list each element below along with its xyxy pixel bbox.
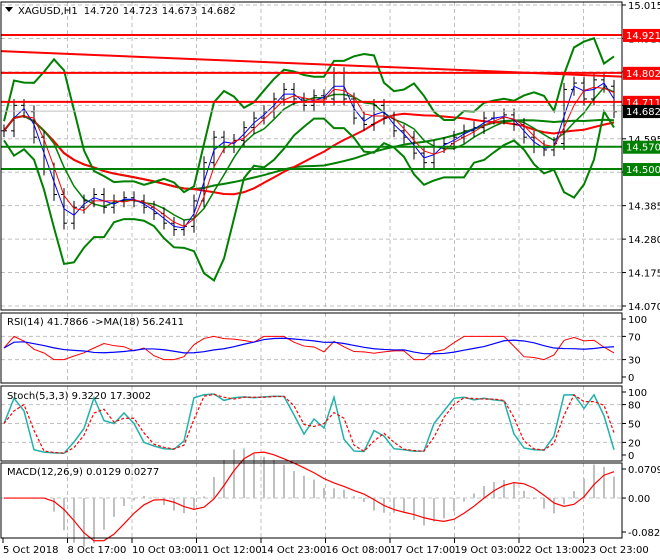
- y-tick-label: 14.175: [628, 269, 660, 280]
- chart-canvas[interactable]: 5 Oct 2018 8 Oct 17:00 10 Oct 03:00 11 Oct …: [0, 0, 660, 560]
- y-tick-label: 0: [628, 451, 634, 462]
- bollinger-middle-line: [3, 86, 615, 221]
- y-tick-label: 14.070: [628, 302, 660, 313]
- y-tick-label: 0.0709: [628, 465, 660, 476]
- y-tick-label: 50: [628, 420, 641, 431]
- y-tick-label: 100: [628, 388, 647, 399]
- level-price-label: 14.500: [626, 165, 660, 176]
- level-price-label: 14.802: [626, 69, 660, 80]
- y-tick-label: 80: [628, 401, 641, 412]
- current-price-label: 14.682: [626, 107, 660, 118]
- level-price-label: 14.570: [626, 143, 660, 154]
- y-tick-label: 100: [628, 315, 647, 326]
- y-tick-label: 15.015: [628, 1, 660, 12]
- collapse-triangle-icon[interactable]: [5, 7, 13, 12]
- x-tick-label: 23 Oct 23:00: [584, 545, 649, 556]
- chart-window: 5 Oct 2018 8 Oct 17:00 10 Oct 03:00 11 Oct …: [0, 0, 660, 560]
- x-tick-label: 11 Oct 12:00: [197, 545, 262, 556]
- chart-title: XAGUSD,H1 14.720 14.723 14.673 14.682: [18, 6, 236, 17]
- y-tick-label: 14.280: [628, 235, 660, 246]
- x-tick-label: 16 Oct 08:00: [326, 545, 391, 556]
- stoch-title: Stoch(5,3,3) 9.3220 17.3002: [7, 391, 151, 402]
- x-tick-label: 22 Oct 13:00: [519, 545, 584, 556]
- macd-title: MACD(12,26,9) 0.0129 0.0277: [7, 467, 159, 478]
- y-tick-label: 14.385: [628, 202, 660, 213]
- rsi-ma-line: [3, 337, 615, 355]
- level-price-label: 14.921: [626, 31, 660, 42]
- y-tick-label: 20: [628, 438, 641, 449]
- bollinger-lower-line: [3, 108, 615, 282]
- y-tick-label: 0: [628, 373, 634, 384]
- long-ma-red-line: [3, 112, 615, 196]
- x-tick-label: 19 Oct 03:00: [455, 545, 520, 556]
- x-tick-label: 17 Oct 17:00: [390, 545, 455, 556]
- y-tick-label: 0.00: [628, 494, 650, 505]
- rsi-title: RSI(14) 41.7866 ->MA(18) 56.2411: [7, 317, 184, 328]
- x-tick-label: 14 Oct 23:00: [261, 545, 326, 556]
- fast-ma-line: [3, 82, 615, 229]
- y-tick-label: -0.0829: [628, 528, 660, 539]
- macd-signal-line: [4, 451, 615, 542]
- y-tick-label: 70: [628, 332, 641, 343]
- x-tick-label: 10 Oct 03:00: [132, 545, 197, 556]
- y-tick-label: 30: [628, 356, 641, 367]
- long-ma-green-line: [3, 114, 615, 191]
- x-tick-label: 5 Oct 2018: [3, 545, 58, 556]
- x-tick-label: 8 Oct 17:00: [68, 545, 127, 556]
